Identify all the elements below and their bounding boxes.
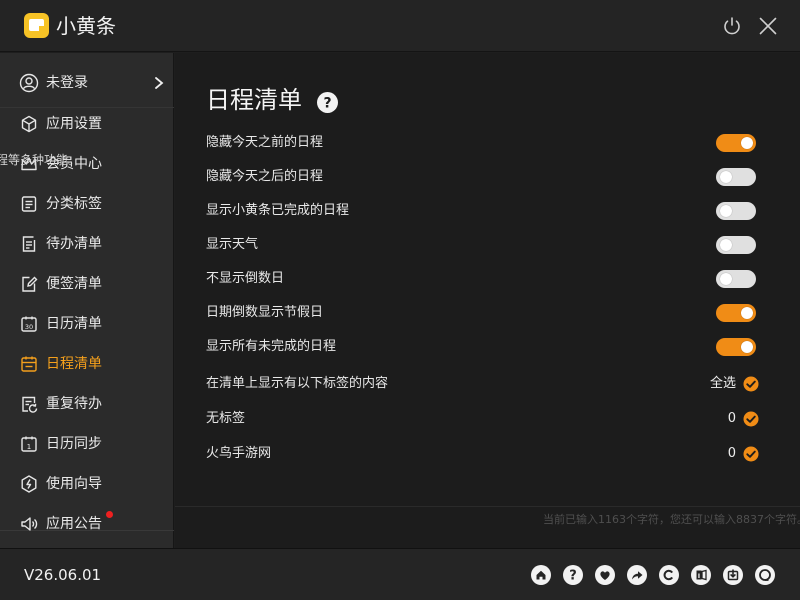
select-all-label[interactable]: 全选 xyxy=(696,374,736,394)
setting-label: 在清单上显示有以下标签的内容 xyxy=(206,376,389,391)
support-icon[interactable] xyxy=(755,565,775,585)
sidebar-item-label: 使用向导 xyxy=(46,476,102,492)
svg-text:?: ? xyxy=(569,569,577,584)
sidebar-item-label: 日程清单 xyxy=(46,356,102,372)
main-panel: 日程清单 ? 隐藏今天之前的日程 隐藏今天之后的日程 显示小黄条已完成的日程 显… xyxy=(175,53,800,548)
sidebar-item-label: 便签清单 xyxy=(46,276,102,292)
heart-icon[interactable] xyxy=(595,565,615,585)
tags-header-row: 在清单上显示有以下标签的内容 全选 xyxy=(206,372,759,396)
setting-row: 显示天气 xyxy=(206,233,756,257)
sidebar-item-guide[interactable]: 使用向导 xyxy=(0,464,174,504)
version-label: V26.06.01 xyxy=(24,566,102,584)
svg-text:?: ? xyxy=(323,96,331,112)
hide-past-schedule-toggle[interactable] xyxy=(716,134,756,152)
overlay-text-fragment: 程等多种功能。 xyxy=(0,153,81,167)
help-icon[interactable]: ? xyxy=(563,565,583,585)
user-icon xyxy=(19,73,39,93)
show-weather-toggle[interactable] xyxy=(716,236,756,254)
sidebar-item-tags[interactable]: 分类标签 xyxy=(0,184,174,224)
speaker-icon xyxy=(19,514,39,534)
cube-icon xyxy=(19,114,39,134)
calendar-30-icon: 30 xyxy=(19,314,39,334)
setting-row: 日期倒数显示节假日 xyxy=(206,301,756,325)
setting-label: 显示小黄条已完成的日程 xyxy=(206,203,350,218)
sidebar-item-label: 分类标签 xyxy=(46,196,102,212)
countdown-holidays-toggle[interactable] xyxy=(716,304,756,322)
check-icon[interactable] xyxy=(743,446,759,462)
sidebar-item-user[interactable]: 未登录 xyxy=(0,63,174,103)
sidebar-item-label: 待办清单 xyxy=(46,236,102,252)
sidebar-item-repeat-todo[interactable]: 重复待办 xyxy=(0,384,174,424)
tag-row: 火鸟手游网 0 xyxy=(206,442,759,466)
sidebar-item-calendar-sync[interactable]: 1 日历同步 xyxy=(0,424,174,464)
setting-label: 显示天气 xyxy=(206,237,259,252)
svg-text:I: I xyxy=(698,572,700,580)
sidebar-item-label: 日历同步 xyxy=(46,436,102,452)
note-edit-icon xyxy=(19,274,39,294)
sidebar-item-label: 应用公告 xyxy=(46,516,102,532)
help-icon[interactable]: ? xyxy=(317,92,338,113)
tag-count: 0 xyxy=(727,411,736,426)
svg-text:30: 30 xyxy=(25,323,33,331)
check-icon[interactable] xyxy=(743,411,759,427)
setting-label: 日期倒数显示节假日 xyxy=(206,305,324,320)
check-icon[interactable] xyxy=(743,376,759,392)
list-icon xyxy=(19,194,39,214)
app-logo-icon xyxy=(24,13,49,38)
sidebar: 未登录 应用设置 会员中心 分类标签 待办清单 便签清单 30 日历清单 日程清… xyxy=(0,53,174,548)
sidebar-item-app-settings[interactable]: 应用设置 xyxy=(0,104,174,144)
setting-label: 显示所有未完成的日程 xyxy=(206,339,337,354)
compass-icon xyxy=(19,474,39,494)
schedule-icon xyxy=(19,354,39,374)
page-title: 日程清单 xyxy=(206,86,302,114)
sidebar-item-label: 重复待办 xyxy=(46,396,102,412)
todo-icon xyxy=(19,234,39,254)
sidebar-item-schedule-list[interactable]: 日程清单 xyxy=(0,344,174,384)
download-icon[interactable] xyxy=(723,565,743,585)
copyright-icon[interactable] xyxy=(659,565,679,585)
setting-row: 隐藏今天之前的日程 xyxy=(206,131,756,155)
status-text: 当前已输入1163个字符，您还可以输入8837个字符。 xyxy=(543,513,800,526)
app-title: 小黄条 xyxy=(56,14,116,38)
sidebar-item-label: 未登录 xyxy=(46,75,88,91)
setting-label: 不显示倒数日 xyxy=(206,271,285,286)
svg-text:1: 1 xyxy=(27,443,31,451)
sidebar-item-announcements[interactable]: 应用公告 xyxy=(0,504,174,544)
ie-icon[interactable]: I xyxy=(691,565,711,585)
notification-badge xyxy=(106,511,113,518)
chevron-right-icon xyxy=(152,75,166,91)
share-icon[interactable] xyxy=(627,565,647,585)
tag-label: 火鸟手游网 xyxy=(206,446,272,461)
tag-count: 0 xyxy=(727,446,736,461)
calendar-sync-icon: 1 xyxy=(19,434,39,454)
setting-row: 隐藏今天之后的日程 xyxy=(206,165,756,189)
setting-row: 不显示倒数日 xyxy=(206,267,756,291)
show-all-incomplete-toggle[interactable] xyxy=(716,338,756,356)
footer: V26.06.01 ? I xyxy=(0,548,800,600)
show-completed-toggle[interactable] xyxy=(716,202,756,220)
power-icon[interactable] xyxy=(720,14,744,38)
hide-countdown-toggle[interactable] xyxy=(716,270,756,288)
tag-row: 无标签 0 xyxy=(206,407,759,431)
setting-label: 隐藏今天之后的日程 xyxy=(206,169,324,184)
sidebar-item-label: 应用设置 xyxy=(46,116,102,132)
home-icon[interactable] xyxy=(531,565,551,585)
sidebar-item-calendar-list[interactable]: 30 日历清单 xyxy=(0,304,174,344)
setting-row: 显示小黄条已完成的日程 xyxy=(206,199,756,223)
sidebar-item-todo-list[interactable]: 待办清单 xyxy=(0,224,174,264)
close-icon[interactable] xyxy=(756,14,780,38)
repeat-icon xyxy=(19,394,39,414)
title-bar: 小黄条 xyxy=(0,0,800,52)
sidebar-item-label: 日历清单 xyxy=(46,316,102,332)
tag-label: 无标签 xyxy=(206,411,246,426)
sidebar-item-sticky-notes[interactable]: 便签清单 xyxy=(0,264,174,304)
setting-label: 隐藏今天之前的日程 xyxy=(206,135,324,150)
setting-row: 显示所有未完成的日程 xyxy=(206,335,756,359)
divider xyxy=(175,506,800,507)
hide-future-schedule-toggle[interactable] xyxy=(716,168,756,186)
